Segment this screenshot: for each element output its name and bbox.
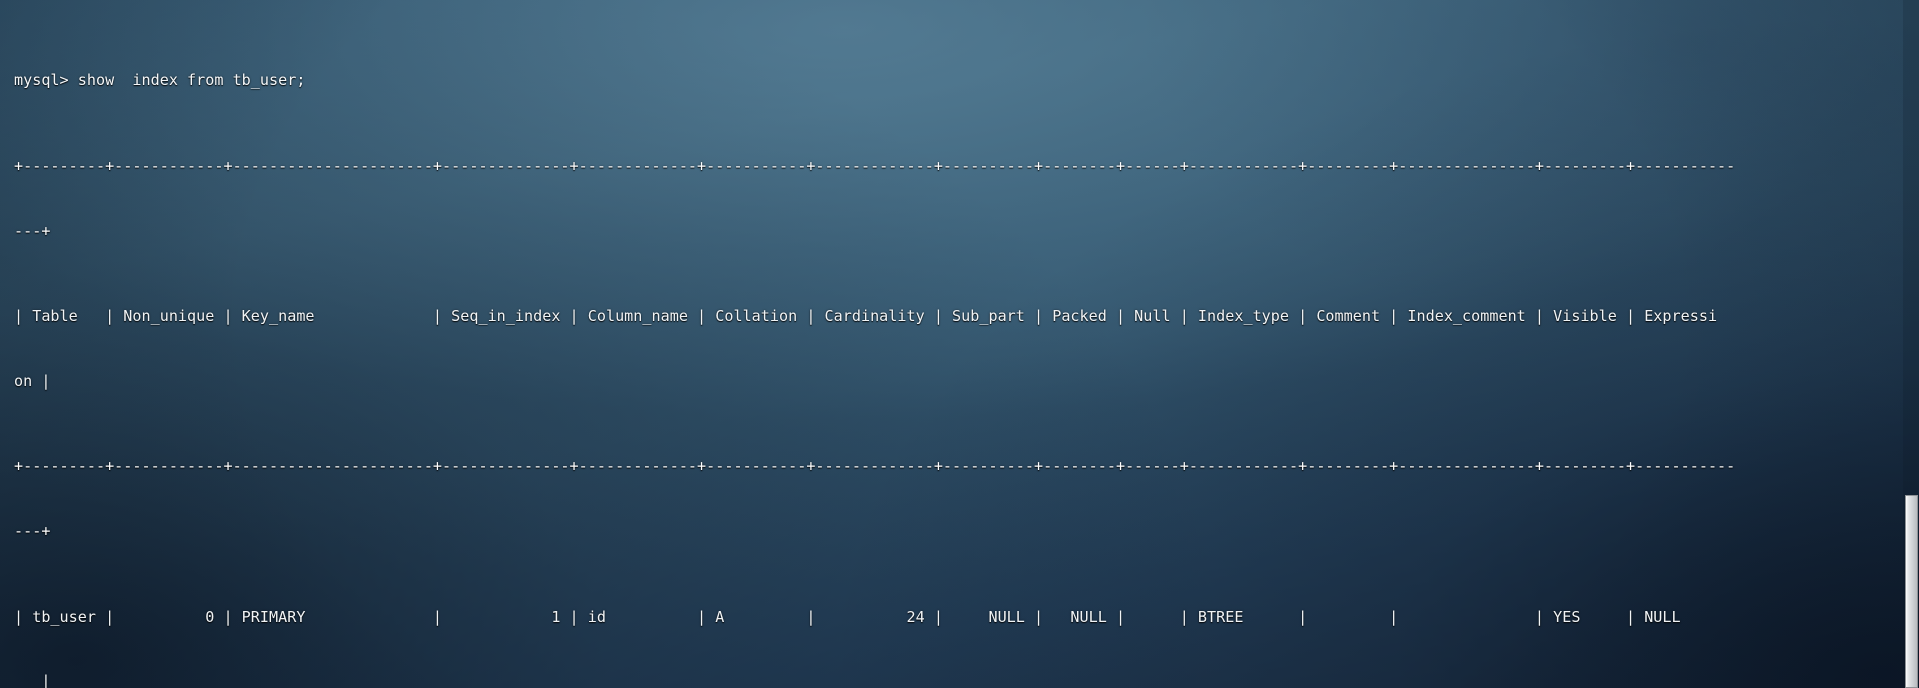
vertical-scrollbar[interactable] [1903, 0, 1919, 688]
table-separator-header-wrap: ---+ [14, 521, 51, 540]
table-header-row: | Table | Non_unique | Key_name | Seq_in… [14, 307, 1718, 326]
table-row: | tb_user | 0 | PRIMARY | 1 | id | A | 2… [14, 607, 1681, 626]
table-separator-top-wrap: ---+ [14, 221, 51, 240]
table-separator-top: +---------+------------+----------------… [14, 157, 1736, 176]
table-row-wrap: | [14, 671, 51, 688]
scrollbar-thumb[interactable] [1905, 495, 1918, 688]
table-header-row-wrap: on | [14, 371, 51, 390]
table-separator-header: +---------+------------+----------------… [14, 457, 1736, 476]
command-prompt-line: mysql> show index from tb_user; [14, 71, 306, 90]
terminal-window: mysql> show index from tb_user; +-------… [0, 0, 1919, 688]
terminal-screen[interactable]: mysql> show index from tb_user; +-------… [0, 0, 1919, 688]
